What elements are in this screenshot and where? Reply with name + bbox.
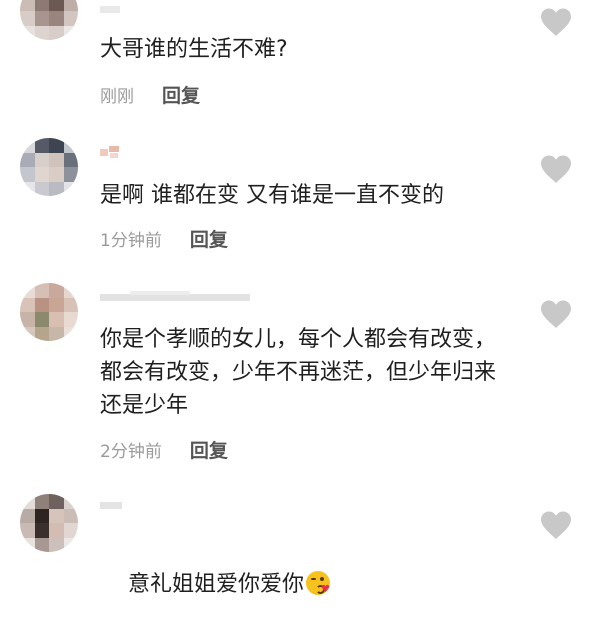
comment-item: 大哥谁的生活不难? 刚刚 回复 [0, 0, 600, 130]
avatar[interactable] [20, 494, 78, 552]
username-blurred[interactable] [100, 291, 260, 305]
heart-icon[interactable] [539, 7, 573, 37]
comment-time: 2分钟前 [100, 442, 162, 462]
avatar[interactable] [20, 283, 78, 341]
comment-text: 意礼姐姐爱你爱你 ♥ [100, 535, 520, 634]
comment-text-body: 意礼姐姐爱你爱你 [127, 572, 304, 597]
comment-item: 你是个孝顺的女儿，每个人都会有改变，都会有改变，少年不再迷茫，但少年归来还是少年… [0, 275, 600, 480]
reply-button[interactable]: 回复 [190, 441, 228, 461]
username-blurred[interactable] [100, 500, 130, 514]
comment-time: 1分钟前 [100, 231, 162, 251]
heart-icon[interactable] [539, 154, 573, 184]
heart-icon[interactable] [539, 299, 573, 329]
comment-time: 刚刚 [100, 87, 134, 107]
heart-icon[interactable] [539, 510, 573, 540]
comment-meta: 刚刚 回复 [100, 86, 200, 107]
comment-text: 你是个孝顺的女儿，每个人都会有改变，都会有改变，少年不再迷茫，但少年归来还是少年 [100, 327, 497, 418]
comment-text: 是啊 谁都在变 又有谁是一直不变的 [100, 183, 444, 208]
comment-meta: 2分钟前 回复 [100, 441, 228, 462]
comment-item: 是啊 谁都在变 又有谁是一直不变的 1分钟前 回复 [0, 130, 600, 275]
username-blurred[interactable] [100, 146, 130, 160]
username-blurred[interactable] [100, 4, 130, 18]
comment-item: 意礼姐姐爱你爱你 ♥ [0, 480, 600, 597]
comment-text: 大哥谁的生活不难? [100, 37, 288, 62]
kissing-face-emoji: ♥ [306, 571, 330, 595]
reply-button[interactable]: 回复 [190, 230, 228, 250]
avatar[interactable] [20, 138, 78, 196]
comment-meta: 1分钟前 回复 [100, 230, 228, 251]
avatar[interactable] [20, 0, 78, 40]
reply-button[interactable]: 回复 [162, 86, 200, 106]
